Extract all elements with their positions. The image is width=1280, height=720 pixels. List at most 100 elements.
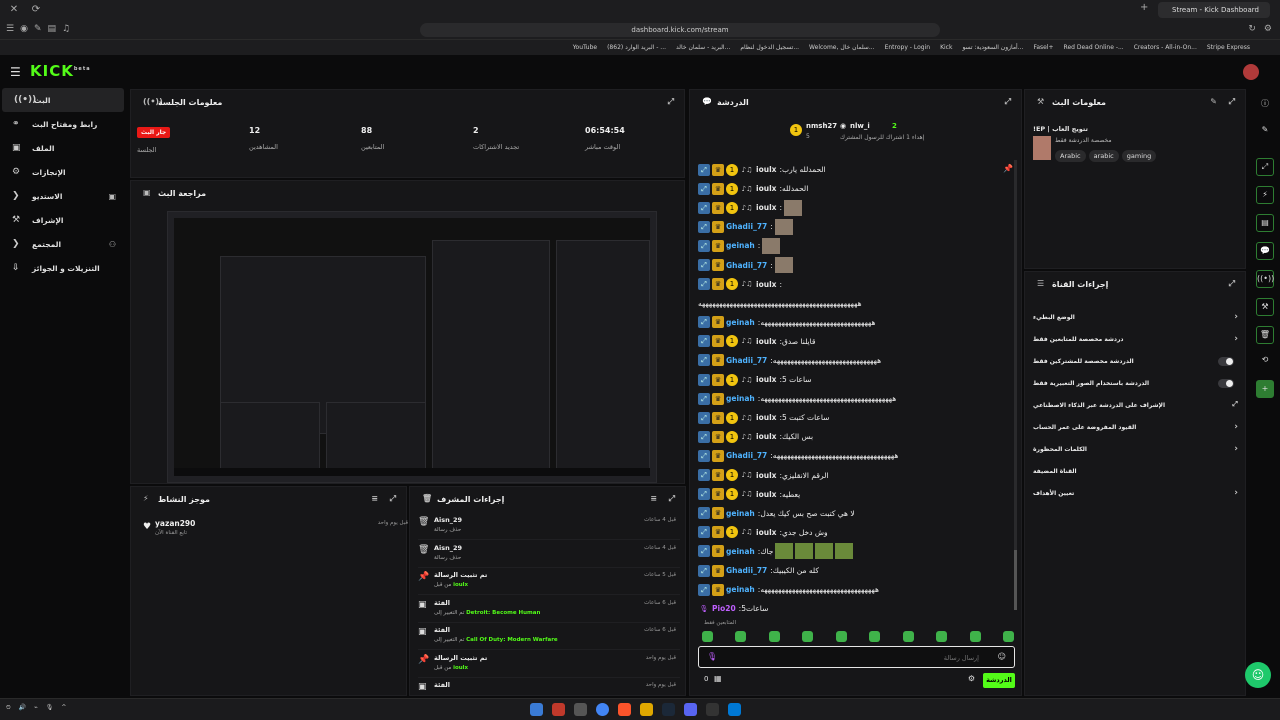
stream-tag[interactable]: arabic — [1088, 150, 1119, 162]
community-icon[interactable]: ⚇ — [109, 240, 116, 249]
info-icon[interactable]: ⓘ — [1256, 96, 1274, 114]
bookmark-item[interactable]: Kick — [940, 44, 952, 51]
chat-username[interactable]: geinah — [726, 318, 755, 327]
chat-username[interactable]: ioulx — [756, 165, 776, 174]
mod-action-highlight[interactable]: Detroit: Become Human — [466, 610, 540, 616]
quick-emote[interactable] — [768, 631, 780, 642]
settings-icon[interactable]: ⚙ — [1264, 24, 1272, 34]
mod-action-highlight[interactable]: Call Of Duty: Modern Warfare — [466, 637, 558, 643]
bookmark-item[interactable]: (862) البريد الوارد - ... — [607, 44, 666, 51]
quick-emote[interactable] — [869, 631, 881, 642]
reload-icon[interactable]: ⟳ — [28, 2, 44, 18]
external-link-icon[interactable]: ⤢ — [1229, 97, 1235, 107]
quick-emote[interactable] — [969, 631, 981, 642]
location-icon[interactable]: ◉ — [20, 24, 28, 34]
quick-emote[interactable] — [702, 631, 713, 642]
volume-icon[interactable]: 🔊 — [19, 704, 26, 712]
external-link-icon[interactable]: ⤢ — [668, 97, 674, 107]
bookmark-item[interactable]: أمازون السعودية: تسو... — [962, 44, 1023, 51]
chat-username[interactable]: Ghadii_77 — [726, 566, 767, 575]
chat-username[interactable]: ioulx — [756, 184, 776, 193]
mic-icon[interactable]: 🎙 — [707, 652, 717, 661]
chat-username[interactable]: ioulx — [756, 375, 776, 384]
quick-emote[interactable] — [802, 631, 814, 642]
url-field[interactable]: dashboard.kick.com/stream — [420, 23, 940, 37]
chat-username[interactable]: geinah — [726, 241, 755, 250]
chat-username[interactable]: ioulx — [756, 337, 776, 346]
windows-icon[interactable] — [728, 703, 741, 716]
chat-support-button[interactable]: ☺ — [1245, 662, 1271, 688]
chat-username[interactable]: ioulx — [756, 471, 776, 480]
bookmark-item[interactable]: Welcome, سلمان خال... — [809, 44, 875, 51]
channel-action-row[interactable]: تعيين الأهداف › — [1033, 486, 1238, 506]
bookmark-item[interactable]: Stripe Express — [1207, 44, 1250, 51]
quick-emote[interactable] — [1002, 631, 1014, 642]
send-chat-button[interactable]: الدردشة — [983, 673, 1015, 688]
chat-input-box[interactable]: 🎙 ☺ — [698, 646, 1015, 668]
chrome-icon[interactable] — [596, 703, 609, 716]
sidebar-item[interactable]: ⚙ الإنجازات — [0, 160, 126, 184]
sidebar-item[interactable]: ⇩ التنزيلات و الجوائز — [0, 256, 126, 280]
sidebar-item[interactable]: ▣ الملف — [0, 136, 126, 160]
chat-username[interactable]: Ghadii_77 — [726, 222, 767, 231]
external-link-icon[interactable]: ⤢ — [390, 494, 396, 504]
wrench-icon[interactable]: ⚒ — [1256, 298, 1274, 316]
search-icon[interactable] — [706, 703, 719, 716]
brave-icon[interactable] — [618, 703, 631, 716]
edit-icon[interactable]: ✎ — [1210, 97, 1217, 106]
chevron-right-icon[interactable]: › — [1234, 444, 1238, 454]
external-link-icon[interactable]: ⤢ — [1232, 400, 1238, 409]
app-icon[interactable] — [530, 703, 543, 716]
bookmark-item[interactable]: البريد - سلمان خالد... — [676, 44, 730, 51]
stream-tag[interactable]: gaming — [1121, 150, 1157, 162]
chevron-right-icon[interactable]: › — [1234, 334, 1238, 344]
toggle-switch[interactable] — [1218, 357, 1234, 366]
new-tab-icon[interactable]: + — [1140, 2, 1148, 13]
mod-action-highlight[interactable]: ioulx — [453, 582, 468, 588]
kick-logo[interactable]: KICKbeta — [30, 62, 91, 80]
chat-username[interactable]: geinah — [726, 394, 755, 403]
clock-icon[interactable]: ⏲ — [6, 704, 11, 712]
file-icon[interactable]: ▤ — [1256, 214, 1274, 232]
channel-action-row[interactable]: دردشة مخصصة للمتابعين فقط › — [1033, 332, 1238, 352]
chevron-right-icon[interactable]: › — [1234, 422, 1238, 432]
app-icon[interactable] — [552, 703, 565, 716]
chat-icon[interactable]: 💬 — [1256, 242, 1274, 260]
sidebar-item[interactable]: ⚒ الإشراف — [0, 208, 126, 232]
external-link-icon[interactable]: ⤢ — [1005, 97, 1011, 107]
bookmark-item[interactable]: Entropy - Login — [885, 44, 930, 51]
bookmark-item[interactable]: Creators - All-in-On... — [1134, 44, 1197, 51]
sidebar-item[interactable]: ⚭ رابط ومفتاح البث — [0, 112, 126, 136]
quick-emote[interactable] — [902, 631, 914, 642]
expand-icon[interactable]: ⤢ — [1256, 158, 1274, 176]
mic-icon[interactable]: 🎙 — [46, 704, 54, 712]
music-icon[interactable]: ♫ — [62, 24, 70, 34]
bookmark-item[interactable]: YouTube — [573, 44, 597, 51]
avatar[interactable] — [1243, 64, 1259, 80]
bolt-icon[interactable]: ⚡ — [1256, 186, 1274, 204]
bookmark-item[interactable]: تسجيل الدخول لنظام... — [740, 44, 799, 51]
chat-username[interactable]: ioulx — [756, 413, 776, 422]
chevron-right-icon[interactable]: › — [1234, 488, 1238, 498]
chat-username[interactable]: ioulx — [756, 490, 776, 499]
chat-username[interactable]: ioulx — [756, 528, 776, 537]
chat-username[interactable]: ioulx — [756, 432, 776, 441]
emoji-icon[interactable]: ☺ — [998, 652, 1006, 661]
bookmark-item[interactable]: Fasel+ — [1033, 44, 1053, 51]
chevron-right-icon[interactable]: › — [1234, 312, 1238, 322]
sidebar-icon[interactable]: ▤ — [47, 24, 56, 34]
external-link-icon[interactable]: ⤢ — [669, 494, 675, 504]
chat-input[interactable] — [719, 651, 979, 664]
calendar-icon[interactable]: ▦ — [714, 674, 722, 683]
channel-action-row[interactable]: الدردشة مخصصة للمشتركين فقط — [1033, 354, 1238, 374]
activity-user[interactable]: yazan290 — [155, 519, 195, 528]
sidebar-item[interactable]: ❯ المجتمع ⚇ — [0, 232, 126, 256]
channel-action-row[interactable]: الوضع البطيء › — [1033, 310, 1238, 330]
quick-emote[interactable] — [735, 631, 747, 642]
channel-action-row[interactable]: الدردشة باستخدام الصور التعبيرية فقط — [1033, 376, 1238, 396]
chat-username[interactable]: ioulx — [756, 280, 776, 289]
stream-tag[interactable]: Arabic — [1055, 150, 1086, 162]
chat-username[interactable]: geinah — [726, 547, 755, 556]
chat-username[interactable]: Ghadii_77 — [726, 356, 767, 365]
folder-icon[interactable] — [640, 703, 653, 716]
